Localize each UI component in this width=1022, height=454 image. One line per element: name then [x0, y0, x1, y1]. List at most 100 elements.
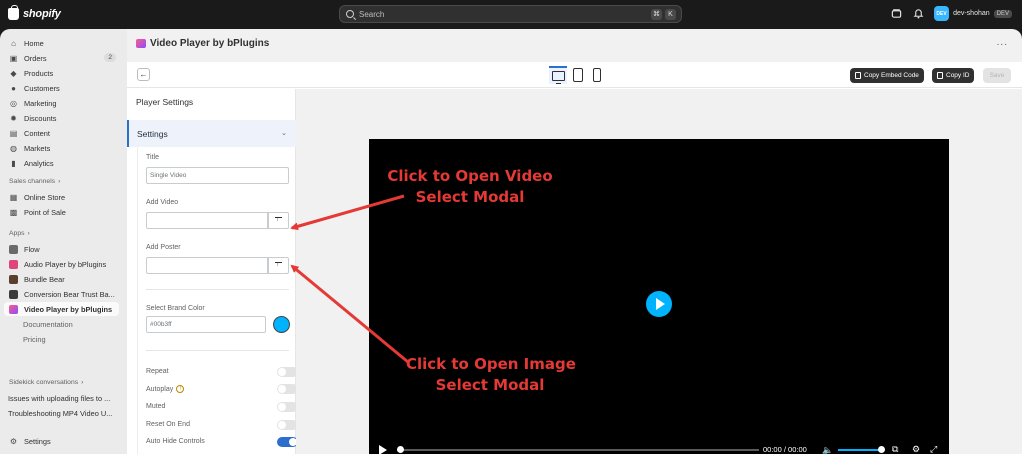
- tag-icon: ◆: [10, 68, 17, 78]
- shopify-bag-icon: [8, 5, 19, 20]
- divider: [146, 350, 289, 351]
- conversation-item[interactable]: Issues with uploading files to ...: [4, 391, 119, 405]
- add-video-label: Add Video: [146, 199, 179, 206]
- sidebar: ⌂ Home ▣ Orders 2 ◆ Products ● Customers ◎ Ma…: [0, 29, 127, 454]
- conversion-bear-app-icon: [9, 289, 18, 299]
- play-icon[interactable]: [379, 445, 387, 454]
- settings-accordion-header[interactable]: Settings ⌄: [127, 120, 296, 147]
- volume-handle[interactable]: [878, 446, 885, 453]
- home-icon: ⌂: [11, 38, 16, 48]
- sidebar-item-analytics[interactable]: ▮ Analytics: [4, 156, 119, 170]
- sidebar-item-marketing[interactable]: ◎ Marketing: [4, 96, 119, 110]
- autoplay-toggle[interactable]: [277, 384, 298, 394]
- sidebar-item-online-store[interactable]: ▦ Online Store: [4, 190, 119, 204]
- add-poster-input[interactable]: [146, 257, 268, 274]
- user-menu[interactable]: DEV dev-shohan DEV: [934, 6, 1012, 21]
- repeat-label: Repeat: [146, 368, 169, 375]
- search-input[interactable]: Search ⌘ K: [339, 5, 682, 23]
- reset-on-end-toggle[interactable]: [277, 420, 298, 430]
- mobile-view-button[interactable]: [588, 66, 606, 84]
- player-preview: 00:00 / 00:00 🔈 ⧉ ⚙ ⤢: [296, 89, 1022, 454]
- sidebar-item-home[interactable]: ⌂ Home: [4, 36, 119, 50]
- arrow-left-icon: ←: [139, 70, 148, 79]
- copy-id-button[interactable]: Copy ID: [932, 68, 975, 83]
- sidebar-item-orders[interactable]: ▣ Orders 2: [4, 51, 119, 65]
- desktop-view-button[interactable]: [549, 66, 567, 84]
- add-poster-label: Add Poster: [146, 244, 181, 251]
- audio-player-app-icon: [9, 259, 18, 269]
- add-poster-upload-button[interactable]: [268, 257, 289, 274]
- conversation-item[interactable]: Troubleshooting MP4 Video U...: [4, 406, 119, 420]
- volume-icon[interactable]: 🔈: [822, 445, 833, 454]
- orders-icon: ▣: [9, 53, 18, 63]
- mobile-icon: [593, 68, 601, 82]
- settings-body: Title Single Video Add Video Add Poster …: [137, 147, 298, 454]
- bundle-bear-app-icon: [9, 274, 18, 284]
- progress-handle[interactable]: [397, 446, 404, 453]
- person-icon: ●: [11, 83, 16, 93]
- top-bar-actions: DEV dev-shohan DEV: [890, 6, 1012, 21]
- chevron-right-icon: ›: [81, 379, 84, 386]
- save-button[interactable]: Save: [983, 68, 1011, 83]
- sidebar-item-video-player[interactable]: Video Player by bPlugins: [4, 302, 119, 316]
- sidebar-item-content[interactable]: ▤ Content: [4, 126, 119, 140]
- orders-count-badge: 2: [104, 53, 116, 62]
- repeat-toggle[interactable]: [277, 367, 298, 377]
- more-actions-icon[interactable]: ...: [997, 37, 1008, 48]
- panel-title: Player Settings: [136, 97, 194, 107]
- sidebar-item-pricing[interactable]: Pricing: [4, 332, 119, 346]
- progress-bar[interactable]: [397, 446, 759, 453]
- apps-heading[interactable]: Apps ›: [9, 230, 30, 237]
- desktop-icon: [551, 71, 565, 84]
- sidebar-item-discounts[interactable]: ✹ Discounts: [4, 111, 119, 125]
- bar-chart-icon: ▮: [11, 158, 16, 168]
- add-video-input[interactable]: [146, 212, 268, 229]
- auto-hide-controls-toggle[interactable]: [277, 437, 298, 447]
- chevron-right-icon: ›: [58, 178, 61, 185]
- flow-app-icon: [9, 244, 18, 254]
- fullscreen-icon[interactable]: ⤢: [930, 444, 937, 454]
- tablet-icon: [573, 68, 583, 82]
- add-video-upload-button[interactable]: [268, 212, 289, 229]
- volume-slider[interactable]: [838, 446, 885, 453]
- sidebar-item-point-of-sale[interactable]: ▩ Point of Sale: [4, 205, 119, 219]
- image-modal-annotation: Click to Open Image Select Modal: [406, 355, 576, 394]
- sidebar-item-markets[interactable]: ◍ Markets: [4, 141, 119, 155]
- sidebar-item-products[interactable]: ◆ Products: [4, 66, 119, 80]
- video-modal-annotation: Click to Open Video Select Modal: [387, 167, 553, 206]
- info-icon[interactable]: !: [176, 385, 185, 393]
- sidebar-item-audio-player[interactable]: Audio Player by bPlugins: [4, 257, 119, 271]
- main-content: Video Player by bPlugins ... ← Copy Embe…: [127, 29, 1022, 454]
- sidebar-item-settings[interactable]: ⚙ Settings: [4, 434, 119, 448]
- shopify-logo[interactable]: shopify: [8, 5, 61, 21]
- gear-icon[interactable]: ⚙: [912, 444, 920, 454]
- sidebar-item-flow[interactable]: Flow: [4, 242, 119, 256]
- upload-icon: [275, 216, 282, 224]
- reset-on-end-label: Reset On End: [146, 421, 190, 428]
- back-button[interactable]: ←: [137, 68, 150, 81]
- divider: [146, 289, 289, 290]
- bell-icon[interactable]: [912, 8, 924, 20]
- clipboard-icon: [855, 72, 861, 79]
- video-player-app-icon: [136, 39, 146, 48]
- sidebar-item-customers[interactable]: ● Customers: [4, 81, 119, 95]
- pip-icon[interactable]: ⧉: [892, 444, 898, 454]
- store-switch-icon[interactable]: [890, 8, 902, 20]
- sales-channels-heading[interactable]: Sales channels ›: [9, 178, 60, 185]
- tablet-view-button[interactable]: [569, 66, 587, 84]
- sidebar-item-conversion-bear[interactable]: Conversion Bear Trust Ba...: [4, 287, 119, 301]
- upload-icon: [275, 261, 282, 269]
- sidebar-item-documentation[interactable]: Documentation: [4, 317, 119, 331]
- page-title: Video Player by bPlugins: [136, 38, 269, 49]
- chevron-down-icon: ⌄: [281, 130, 287, 137]
- player-settings-panel: Player Settings Settings ⌄ Title Single …: [127, 89, 298, 454]
- sidekick-conversations-heading[interactable]: Sidekick conversations ›: [9, 379, 83, 386]
- brand-color-swatch[interactable]: [273, 316, 290, 333]
- sidebar-item-bundle-bear[interactable]: Bundle Bear: [4, 272, 119, 286]
- title-input[interactable]: Single Video: [146, 167, 289, 184]
- user-name: dev-shohan: [953, 10, 990, 17]
- copy-embed-code-button[interactable]: Copy Embed Code: [850, 68, 924, 83]
- big-play-button[interactable]: [646, 291, 672, 317]
- brand-color-input[interactable]: #00b3ff: [146, 316, 266, 333]
- muted-toggle[interactable]: [277, 402, 298, 412]
